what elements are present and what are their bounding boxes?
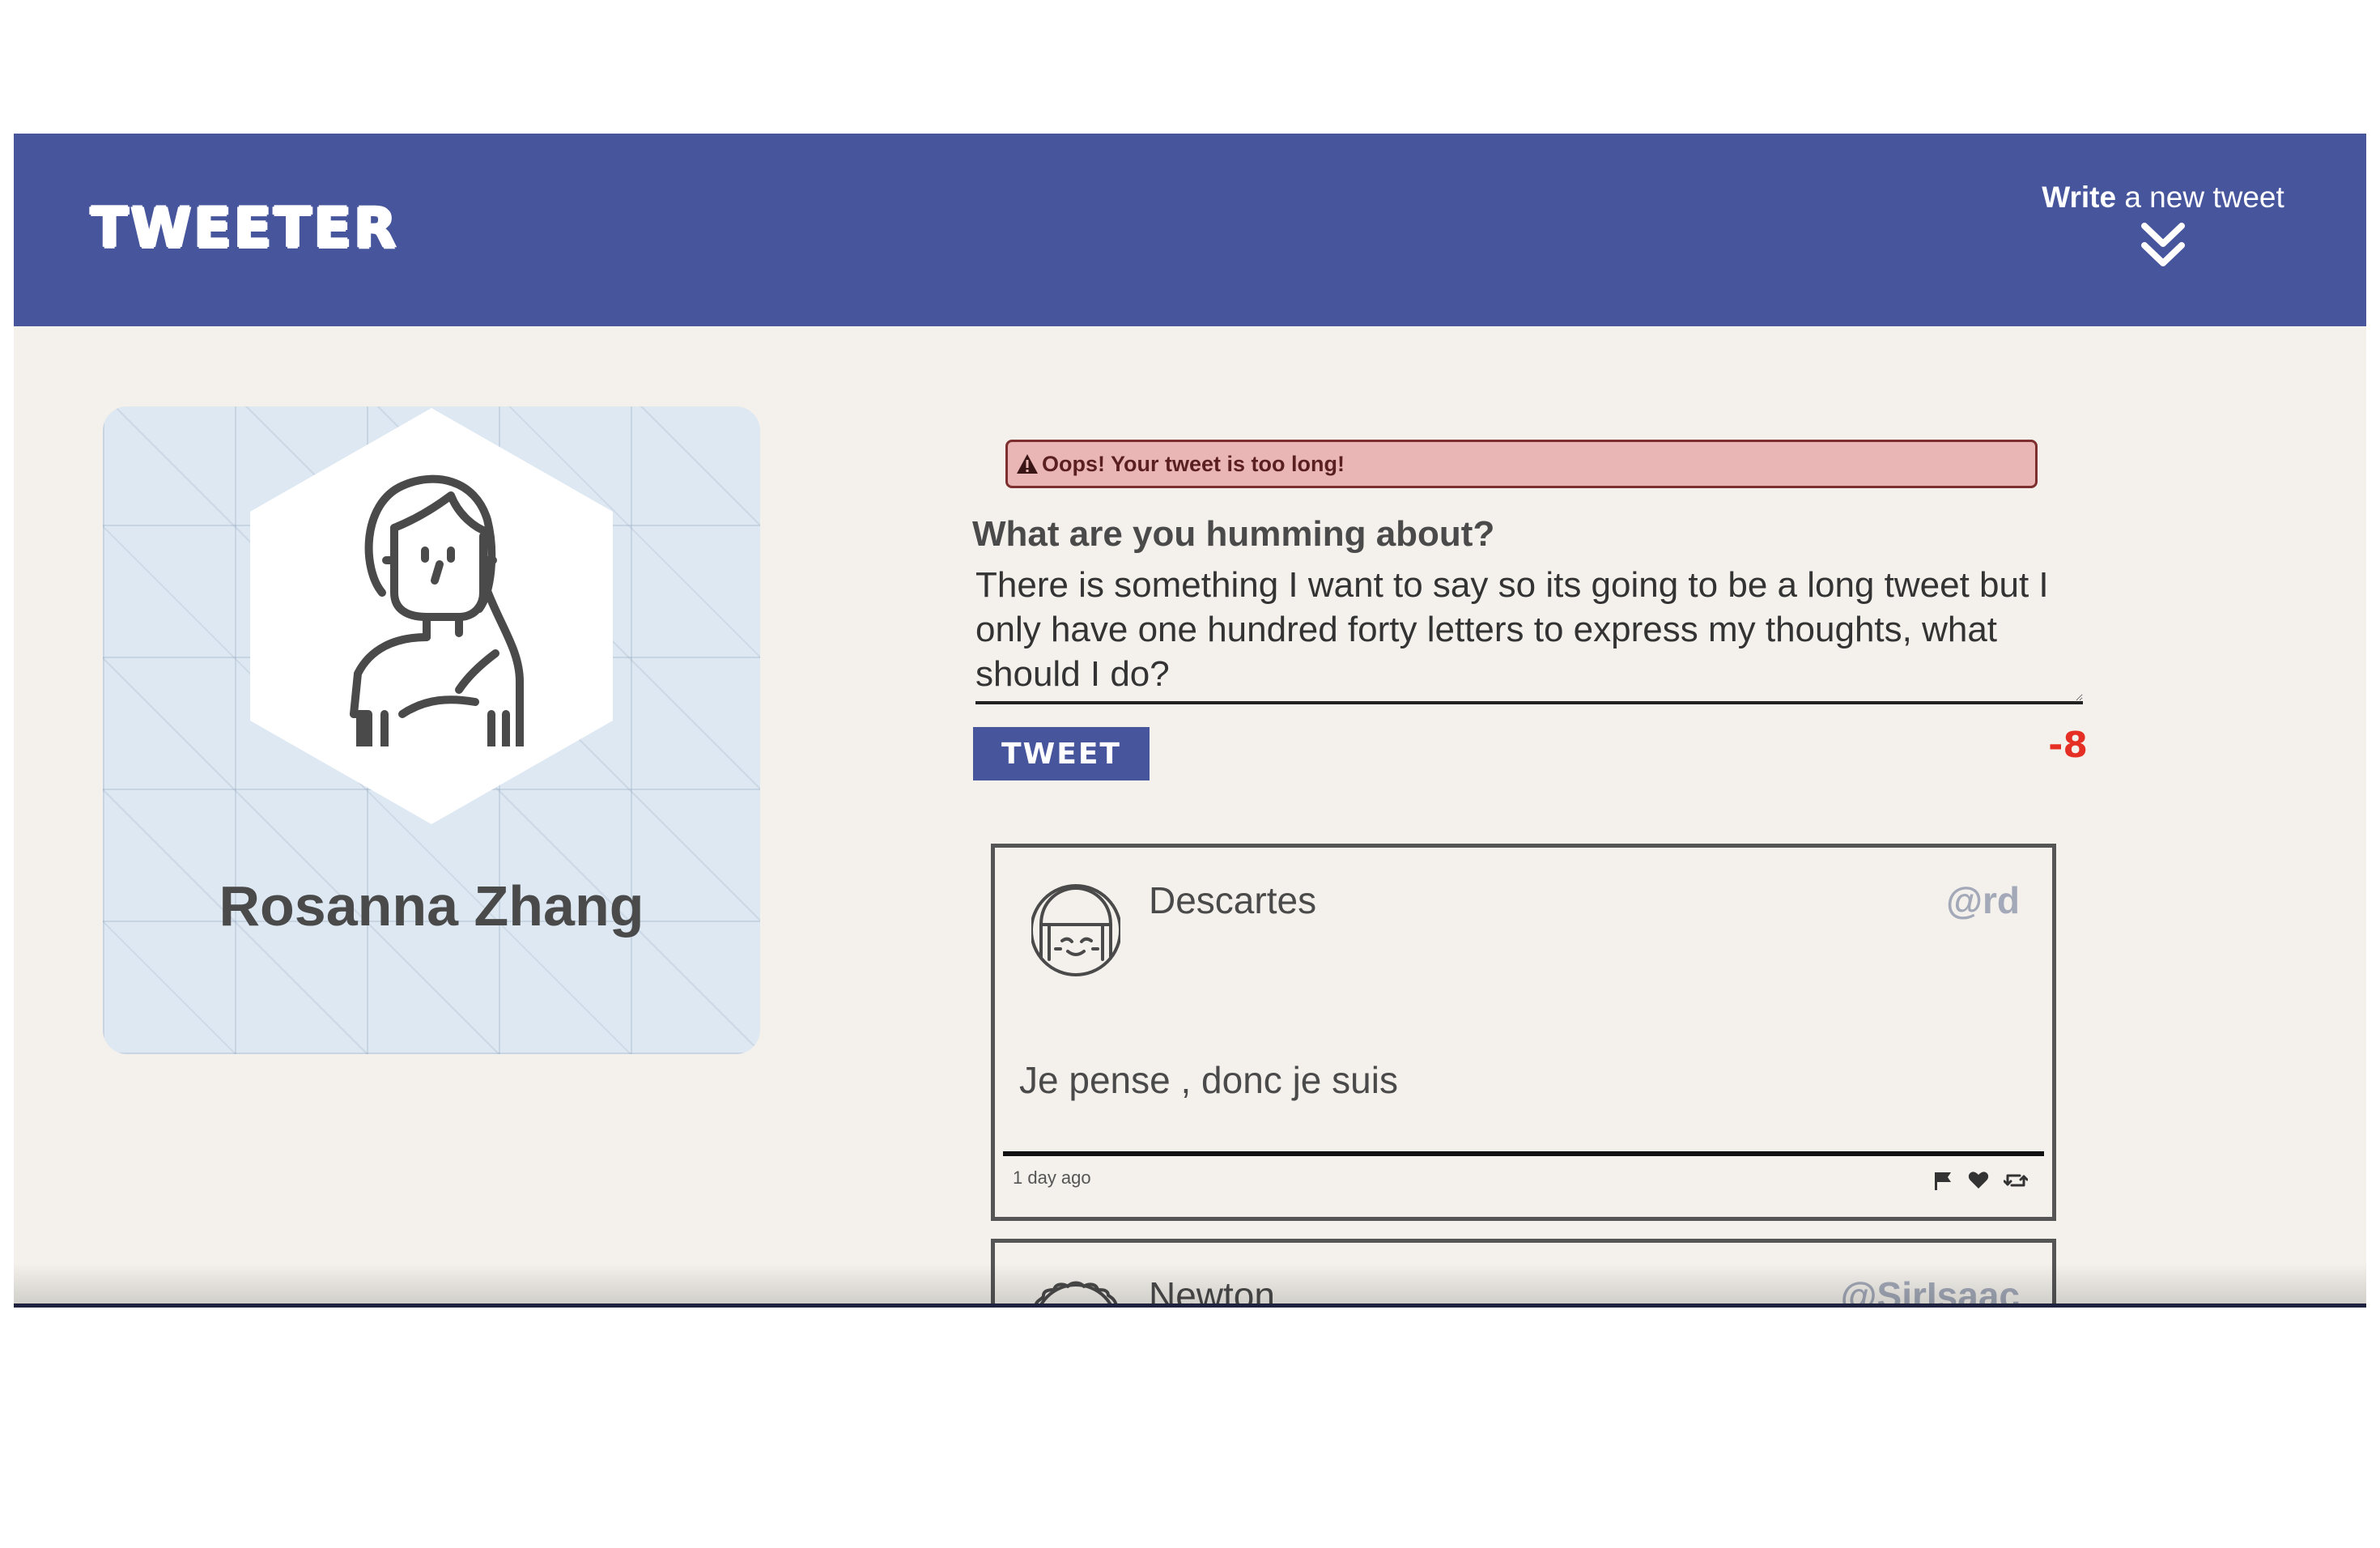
warning-icon bbox=[1017, 454, 1038, 474]
girl-avatar-icon bbox=[1031, 884, 1120, 976]
write-new-tweet-label: Write a new tweet bbox=[2042, 181, 2284, 214]
tweet-textarea[interactable] bbox=[975, 563, 2083, 704]
tweet-actions bbox=[1932, 1170, 2028, 1191]
write-new-tweet-toggle[interactable]: Write a new tweet bbox=[2029, 181, 2297, 286]
double-chevron-down-icon bbox=[2141, 223, 2185, 266]
tweet-content: Je pense , donc je suis bbox=[1019, 1059, 1398, 1101]
brand-logo: TWEETER bbox=[91, 197, 399, 261]
woman-avatar-icon bbox=[350, 474, 524, 746]
retweet-icon[interactable] bbox=[2004, 1170, 2028, 1191]
tweet-card: Descartes @rd Je pense , donc je suis 1 … bbox=[991, 844, 2056, 1221]
profile-card: Rosanna Zhang bbox=[103, 406, 760, 1054]
curly-hair-avatar-icon bbox=[1034, 1281, 1118, 1303]
tweet-handle: @rd bbox=[1946, 879, 2020, 921]
compose-prompt: What are you humming about? bbox=[972, 514, 1495, 554]
error-message: Oops! Your tweet is too long! bbox=[1042, 451, 1345, 476]
tweet-submit-button[interactable]: TWEET bbox=[973, 727, 1150, 780]
tweet-author: Newton bbox=[1149, 1274, 1275, 1308]
tweet-timestamp: 1 day ago bbox=[1013, 1167, 1091, 1188]
tweet-divider bbox=[1003, 1151, 2044, 1156]
profile-name: Rosanna Zhang bbox=[219, 874, 644, 938]
char-counter: -8 bbox=[2048, 725, 2088, 766]
heart-icon[interactable] bbox=[1968, 1170, 1989, 1191]
tweet-author: Descartes bbox=[1149, 879, 1317, 921]
app-viewport: TWEETER Write a new tweet Rosanna Zhang … bbox=[14, 134, 2366, 1308]
flag-icon[interactable] bbox=[1932, 1170, 1953, 1191]
tweet-error-banner: Oops! Your tweet is too long! bbox=[1005, 440, 2038, 488]
top-nav: TWEETER Write a new tweet bbox=[14, 134, 2366, 326]
tweet-card: Newton @SirIsaac bbox=[991, 1239, 2056, 1308]
tweet-handle: @SirIsaac bbox=[1840, 1274, 2020, 1308]
